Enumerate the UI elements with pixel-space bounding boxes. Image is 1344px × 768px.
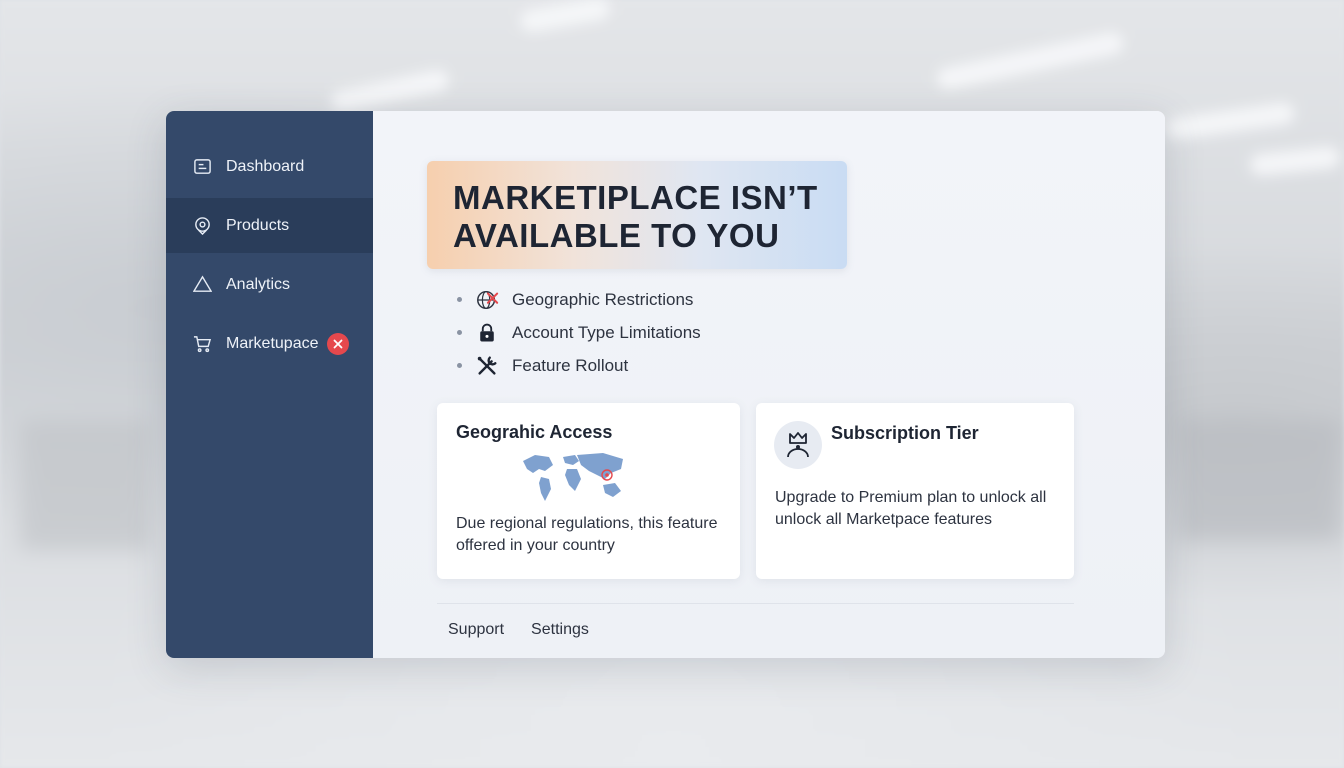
reason-label: Geographic Restrictions	[512, 289, 694, 309]
main-content: MARKETIPLACE ISN’T AVAILABLE TO YOU Geog…	[373, 111, 1165, 658]
bullet	[457, 297, 462, 302]
geographic-access-card: Geograhic Access Due regional regulation…	[437, 403, 740, 579]
card-body: Due regional regulations, this feature o…	[456, 515, 718, 554]
page-title: MARKETIPLACE ISN’T AVAILABLE TO YOU	[453, 179, 818, 254]
footer-divider	[437, 603, 1074, 604]
subscription-tier-card: Subscription Tier Upgrade to Premium pla…	[756, 403, 1074, 579]
products-icon	[192, 216, 212, 236]
list-item: Geographic Restrictions	[457, 283, 701, 316]
settings-link[interactable]: Settings	[531, 621, 589, 639]
bullet	[457, 330, 462, 335]
cart-icon	[192, 334, 212, 354]
card-title: Subscription Tier	[831, 423, 979, 443]
footer-links: Support Settings	[448, 621, 589, 639]
error-x-icon	[326, 332, 349, 355]
sidebar-item-label: Marketupace	[226, 334, 319, 352]
tools-icon	[474, 353, 500, 379]
reason-label: Account Type Limitations	[512, 322, 701, 342]
sidebar-item-products[interactable]: Products	[166, 198, 373, 253]
sidebar-item-analytics[interactable]: Analytics	[166, 257, 373, 312]
list-item: Account Type Limitations	[457, 316, 701, 349]
crown-user-icon	[774, 421, 822, 469]
list-item: Feature Rollout	[457, 349, 701, 382]
sidebar-item-label: Products	[226, 216, 290, 234]
lock-icon	[474, 320, 500, 346]
dashboard-icon	[192, 157, 212, 177]
support-link[interactable]: Support	[448, 621, 504, 639]
analytics-icon	[192, 275, 212, 295]
unavailable-banner: MARKETIPLACE ISN’T AVAILABLE TO YOU	[427, 161, 847, 269]
reasons-list: Geographic Restrictions Account Type Lim…	[457, 283, 701, 382]
globe-blocked-icon	[474, 287, 500, 313]
sidebar-item-dashboard[interactable]: Dashboard	[166, 139, 373, 194]
world-map-icon	[523, 453, 623, 501]
sidebar-item-label: Dashboard	[226, 157, 305, 175]
sidebar: Dashboard Products Analytics Marketupace	[166, 111, 373, 658]
reason-label: Feature Rollout	[512, 355, 629, 375]
card-title: Geograhic Access	[456, 422, 613, 442]
app-window: Dashboard Products Analytics Marketupace…	[166, 111, 1165, 658]
bullet	[457, 363, 462, 368]
sidebar-item-label: Analytics	[226, 275, 291, 293]
card-body: Upgrade to Premium plan to unlock all un…	[775, 489, 1047, 528]
sidebar-item-marketplace[interactable]: Marketupace	[166, 316, 373, 371]
